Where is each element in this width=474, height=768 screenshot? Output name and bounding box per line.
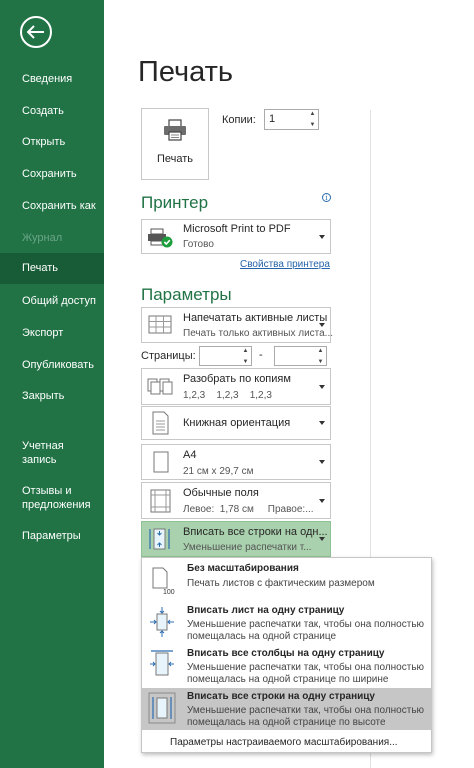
scaling-option-title: Вписать лист на одну страницу <box>187 605 345 616</box>
collation-dropdown[interactable]: Разобрать по копиям 1,2,3 1,2,3 1,2,3 <box>141 368 331 405</box>
pages-to-spinner[interactable]: ▲ ▼ <box>316 348 325 365</box>
custom-scaling-link[interactable]: Параметры настраиваемого масштабирования… <box>170 737 398 748</box>
orientation-dropdown[interactable]: Книжная ориентация <box>141 406 331 440</box>
settings-heading: Параметры <box>141 285 232 304</box>
fit-columns-icon <box>150 650 174 676</box>
scaling-title: Вписать все строки на одн... <box>183 526 328 538</box>
nav-save[interactable]: Сохранить <box>0 167 104 181</box>
pages-label: Страницы: <box>141 350 196 362</box>
spin-up-icon[interactable]: ▲ <box>310 111 316 117</box>
margins-icon <box>150 489 171 512</box>
fit-sheet-icon <box>150 607 174 637</box>
collation-sub: 1,2,3 1,2,3 1,2,3 <box>183 390 272 401</box>
chevron-down-icon <box>319 537 325 541</box>
page-title: Печать <box>138 56 234 88</box>
pdf-printer-icon <box>148 228 173 247</box>
scaling-option-desc: Печать листов с фактическим размером <box>187 578 375 589</box>
pages-from-input[interactable]: ▲ ▼ <box>199 346 252 366</box>
nav-export[interactable]: Экспорт <box>0 326 104 340</box>
nav-history: Журнал <box>22 232 63 244</box>
chevron-down-icon <box>319 323 325 327</box>
print-button[interactable]: Печать <box>141 108 209 180</box>
print-what-title: Напечатать активные листы <box>183 312 328 324</box>
pages-dash: - <box>259 349 263 361</box>
backstage-sidebar: Сведения Создать Открыть Сохранить Сохра… <box>0 0 104 768</box>
nav-close[interactable]: Закрыть <box>0 389 104 403</box>
printer-status: Готово <box>183 239 214 250</box>
scaling-option-title: Вписать все столбцы на одну страницу <box>187 648 385 659</box>
spin-up-icon[interactable]: ▲ <box>318 348 324 354</box>
nav-info[interactable]: Сведения <box>0 72 104 86</box>
back-arrow-icon <box>27 25 44 39</box>
nav-open[interactable]: Открыть <box>0 135 104 149</box>
scaling-dropdown[interactable]: Вписать все строки на одн... Уменьшение … <box>141 521 331 557</box>
scaling-option-title: Вписать все строки на одну страницу <box>187 691 375 702</box>
nav-save-as[interactable]: Сохранить как <box>0 199 104 213</box>
nav-account[interactable]: Учетная запись <box>0 439 104 467</box>
nav-feedback[interactable]: Отзывы и предложения <box>0 484 104 512</box>
spin-down-icon[interactable]: ▼ <box>318 359 324 365</box>
nav-print[interactable]: Печать <box>0 253 104 284</box>
chevron-down-icon <box>319 460 325 464</box>
collation-title: Разобрать по копиям <box>183 373 291 385</box>
paper-title: A4 <box>183 449 197 461</box>
print-what-sub: Печать только активных листа... <box>183 328 334 339</box>
nav-options[interactable]: Параметры <box>0 529 104 543</box>
scaling-option-fit-sheet[interactable]: Вписать лист на одну страницу Уменьшение… <box>142 602 431 644</box>
paper-size-dropdown[interactable]: A4 21 см x 29,7 см <box>141 444 331 480</box>
chevron-down-icon <box>319 234 325 239</box>
print-what-dropdown[interactable]: Напечатать активные листы Печать только … <box>141 307 334 343</box>
orientation-title: Книжная ориентация <box>183 417 291 429</box>
printer-dropdown[interactable]: Microsoft Print to PDF Готово <box>141 219 331 254</box>
svg-text:100: 100 <box>163 589 175 596</box>
info-icon[interactable]: i <box>322 193 331 202</box>
fit-rows-icon <box>149 528 170 550</box>
pages-to-input[interactable]: ▲ ▼ <box>274 346 327 366</box>
nav-publish[interactable]: Опубликовать <box>0 358 104 372</box>
chevron-down-icon <box>319 384 325 389</box>
no-scaling-icon: 100 <box>152 567 175 596</box>
copies-value: 1 <box>269 113 276 125</box>
nav-share[interactable]: Общий доступ <box>0 294 104 308</box>
copies-label: Копии: <box>222 114 256 126</box>
printer-heading: Принтер <box>141 193 209 212</box>
spin-down-icon[interactable]: ▼ <box>310 122 316 128</box>
scaling-menu: 100 Без масштабирования Печать листов с … <box>141 557 432 753</box>
nav-new[interactable]: Создать <box>0 104 104 118</box>
fit-rows-icon <box>148 692 176 724</box>
scaling-option-desc: помещалась на одной странице <box>187 631 337 642</box>
back-button[interactable] <box>20 16 52 48</box>
printer-icon <box>164 119 186 141</box>
sheets-icon <box>148 315 172 334</box>
paper-sub: 21 см x 29,7 см <box>183 466 254 477</box>
chevron-down-icon <box>319 421 325 425</box>
scaling-option-desc: помещалась на одной странице по высоте <box>187 717 386 728</box>
scaling-sub: Уменьшение распечатки т... <box>183 542 312 553</box>
margins-dropdown[interactable]: Обычные поля Левое: 1,78 см Правое:... <box>141 482 331 519</box>
spin-up-icon[interactable]: ▲ <box>243 348 249 354</box>
scaling-option-fit-columns[interactable]: Вписать все столбцы на одну страницу Уме… <box>142 645 431 687</box>
spin-down-icon[interactable]: ▼ <box>243 359 249 365</box>
margins-title: Обычные поля <box>183 487 259 499</box>
printer-name: Microsoft Print to PDF <box>183 223 291 235</box>
scaling-option-title: Без масштабирования <box>187 563 299 574</box>
scaling-option-desc: помещалась на одной странице по ширине <box>187 674 389 685</box>
print-button-label: Печать <box>156 153 194 165</box>
chevron-down-icon <box>319 498 325 503</box>
copies-stepper[interactable]: 1 ▲ ▼ <box>264 109 319 130</box>
scaling-option-fit-rows[interactable]: Вписать все строки на одну страницу Умен… <box>142 688 431 730</box>
portrait-page-icon <box>152 411 169 435</box>
pages-from-spinner[interactable]: ▲ ▼ <box>241 348 250 365</box>
copies-spinner[interactable]: ▲ ▼ <box>308 111 317 128</box>
paper-size-icon <box>153 451 169 473</box>
collate-icon <box>147 378 173 394</box>
margins-sub: Левое: 1,78 см Правое:... <box>183 504 314 515</box>
printer-properties-link[interactable]: Свойства принтера <box>240 259 330 270</box>
scaling-option-none[interactable]: 100 Без масштабирования Печать листов с … <box>142 560 431 600</box>
